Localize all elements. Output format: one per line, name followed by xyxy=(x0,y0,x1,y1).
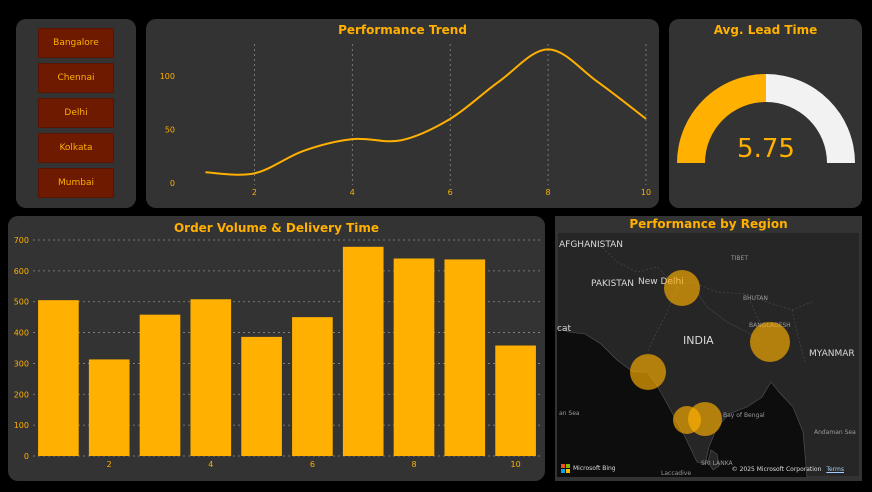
bing-label: Microsoft Bing xyxy=(573,465,616,472)
volume-bar[interactable] xyxy=(88,359,130,456)
gauge-value: 5.75 xyxy=(737,134,795,164)
volume-ytick-label: 500 xyxy=(14,298,29,307)
volume-bar[interactable] xyxy=(241,336,282,456)
city-button-chennai[interactable]: Chennai xyxy=(38,63,114,93)
trend-xtick-label: 8 xyxy=(546,188,551,197)
volume-bar[interactable] xyxy=(393,258,435,456)
city-button-delhi[interactable]: Delhi xyxy=(38,98,114,128)
map-label-india: INDIA xyxy=(683,334,714,347)
volume-ytick-label: 0 xyxy=(24,452,29,461)
region-map-title: Performance by Region xyxy=(629,217,788,231)
map-label-bhutan: BHUTAN xyxy=(743,295,768,302)
map-label-arabian-sea: an Sea xyxy=(559,410,580,417)
volume-xtick-label: 8 xyxy=(411,460,416,469)
volume-bar[interactable] xyxy=(139,314,181,456)
city-slicer-panel: Bangalore Chennai Delhi Kolkata Mumbai xyxy=(16,19,136,208)
region-map[interactable]: AFGHANISTAN PAKISTAN New Delhi TIBET BHU… xyxy=(557,232,860,477)
performance-trend-chart: 2 4 6 8 10050100 xyxy=(160,44,651,197)
trend-line-series[interactable] xyxy=(205,48,647,176)
map-label-pakistan: PAKISTAN xyxy=(591,279,634,289)
volume-bar[interactable] xyxy=(190,299,232,456)
map-label-myanmar: MYANMAR xyxy=(809,349,855,359)
volume-xtick-label: 2 xyxy=(107,460,112,469)
volume-xtick-label: 10 xyxy=(511,460,521,469)
volume-bar[interactable] xyxy=(495,345,536,456)
volume-ytick-label: 200 xyxy=(14,390,29,399)
map-attribution: © 2025 Microsoft Corporation Terms xyxy=(732,466,844,473)
order-volume-panel: Order Volume & Delivery Time 0 100 200 300 4… xyxy=(8,216,545,481)
volume-xtick-label: 6 xyxy=(310,460,315,469)
bing-logo: Microsoft Bing xyxy=(561,464,616,473)
volume-bar[interactable] xyxy=(38,300,79,456)
region-map-panel: Performance by Region AFGHANISTAN PAKIST… xyxy=(555,216,862,481)
map-label-sri-lanka: SRI LANKA xyxy=(701,460,734,467)
volume-bar[interactable] xyxy=(342,246,384,456)
lead-time-gauge: 5.75 xyxy=(677,74,855,164)
map-label-andaman-sea: Andaman Sea xyxy=(814,429,856,436)
city-button-kolkata[interactable]: Kolkata xyxy=(38,133,114,163)
lead-time-gauge-panel: Avg. Lead Time 5.75 xyxy=(669,19,862,208)
volume-ytick-label: 400 xyxy=(14,329,29,338)
map-copyright: © 2025 Microsoft Corporation xyxy=(731,466,822,473)
volume-bar[interactable] xyxy=(292,317,333,456)
order-volume-chart: 0 100 200 300 400 500 600 700 2 4 6 8 10 xyxy=(14,236,541,469)
trend-ytick-label: 100 xyxy=(160,72,175,81)
trend-ytick-label: 0 xyxy=(170,179,175,188)
map-label-afghanistan: AFGHANISTAN xyxy=(559,240,623,250)
volume-xtick-label: 4 xyxy=(208,460,213,469)
map-bubble-chennai[interactable] xyxy=(688,402,722,436)
city-button-bangalore[interactable]: Bangalore xyxy=(38,28,114,58)
volume-ytick-label: 100 xyxy=(14,421,29,430)
volume-bar[interactable] xyxy=(444,259,486,456)
map-label-bay-of-bengal: Bay of Bengal xyxy=(723,412,765,419)
performance-trend-panel: Performance Trend 2 4 6 8 10 0 50 100 xyxy=(146,19,659,208)
trend-xtick-label: 2 xyxy=(252,188,257,197)
volume-ytick-label: 300 xyxy=(14,359,29,368)
trend-ytick-label: 50 xyxy=(165,126,175,135)
volume-ytick-label: 600 xyxy=(14,267,29,276)
map-label-laccadive: Laccadive xyxy=(661,470,691,477)
map-bubble-kolkata[interactable] xyxy=(750,322,790,362)
map-label-tibet: TIBET xyxy=(730,255,748,262)
city-button-mumbai[interactable]: Mumbai xyxy=(38,168,114,198)
map-bubble-delhi[interactable] xyxy=(664,270,700,306)
trend-xtick-label: 4 xyxy=(350,188,355,197)
microsoft-logo-icon xyxy=(561,464,570,473)
volume-ytick-label: 700 xyxy=(14,236,29,245)
trend-xtick-label: 6 xyxy=(448,188,453,197)
map-label-cat: cat xyxy=(557,324,571,334)
map-terms-link[interactable]: Terms xyxy=(826,466,844,473)
map-bubble-mumbai[interactable] xyxy=(630,354,666,390)
trend-xtick-label: 10 xyxy=(641,188,651,197)
